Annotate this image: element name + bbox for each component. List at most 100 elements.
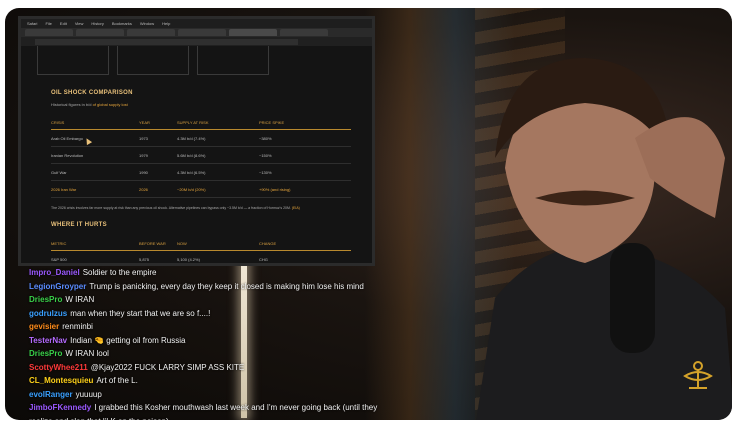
chat-text: W IRAN [65,295,95,304]
stat-card [117,46,189,75]
menu-item[interactable]: Edit [60,21,67,26]
column-header: CHANGE [259,236,351,251]
chat-text: I grabbed this Kosher mouthwash last wee… [94,403,378,412]
menu-item[interactable]: Bookmarks [112,21,132,26]
chat-text: Trump is panicking, every day they keep … [89,281,364,291]
menu-item[interactable]: View [75,21,84,26]
table-cell: ~150% [259,146,351,164]
oil-shock-table: CRISIS YEAR SUPPLY AT RISK PRICE SPIKE A… [51,115,351,198]
table-cell: ~20M b/d (20%) [177,180,259,198]
chat-message: DriesPro W IRAN lool [29,347,369,361]
chat-message: evolRanger yuuuup [29,388,369,402]
macos-menu-bar: Safari File Edit View History Bookmarks … [21,19,372,28]
subtitle-highlight[interactable]: of global supply lost [93,102,128,107]
chat-text: Indian 🤏 getting oil from Russia [70,335,186,345]
menu-item[interactable]: File [45,21,51,26]
menu-item[interactable]: Safari [27,21,37,26]
table-cell: 1973 [139,129,177,147]
chat-text: man when they start that we are so f....… [70,308,211,318]
table-cell: S&P 500 [51,250,139,263]
chat-username[interactable]: Impro_Daniel [29,268,80,277]
subtitle-text: Historical figures in b/d [51,102,92,107]
table-cell: 1990 [139,163,177,181]
chat-text: Art of the L. [96,376,138,385]
chat-message: gevisier renminbi [29,320,369,334]
url-field[interactable] [35,38,298,45]
menu-item[interactable]: Window [140,21,154,26]
chat-text: yuuuup [75,389,102,399]
browser-tab[interactable] [25,29,73,36]
chat-message: LegionGroyper Trump is panicking, every d… [29,280,369,294]
table-cell: 5,875 [139,250,177,263]
chat-message: Impro_Daniel Soldier to the empire [29,266,369,280]
channel-logo-icon [683,361,713,389]
table-cell: CHG [259,250,351,263]
chat-username[interactable]: DriesPro [29,349,62,358]
table-row: Gulf War 1990 4.3M b/d (6.5%) ~130% [51,163,351,181]
menu-item[interactable]: History [91,21,103,26]
footnote-text: The 2026 crisis involves far more supply… [51,206,291,210]
table-cell: 5,100 (4.2%) [177,250,259,263]
chat-text: W IRAN lool [65,349,109,358]
chat-message: godrulzus man when they start that we are… [29,307,369,321]
chat-text: realize and slap that lil K on the poiso… [29,417,169,421]
table-cell: ~380% [259,129,351,147]
section-title: WHERE IT HURTS [51,222,107,228]
chat-message: TesterNav Indian 🤏 getting oil from Russi… [29,334,369,348]
chat-username[interactable]: evolRanger [29,390,73,399]
browser-tab-active[interactable] [229,29,277,36]
chat-username[interactable]: TesterNav [29,336,67,345]
article-content: OIL SHOCK COMPARISON Historical figures … [21,46,372,263]
column-header: METRIC [51,236,139,251]
chat-message: ScottyWhee211 @Kjay2022 FUCK LARRY SIMP A… [29,361,369,375]
chat-username[interactable]: gevisier [29,322,59,331]
stat-cards [21,46,372,78]
chat-username[interactable]: godrulzus [29,309,67,318]
column-header: NOW [177,236,259,251]
browser-tab[interactable] [280,29,328,36]
chat-message: CL_Montesquieu Art of the L. [29,374,369,388]
section-title: OIL SHOCK COMPARISON [51,90,133,96]
table-row: S&P 500 5,875 5,100 (4.2%) CHG [51,250,351,263]
table-cell: Iranian Revolution [51,146,139,164]
browser-tab[interactable] [178,29,226,36]
chat-username[interactable]: ScottyWhee211 [29,363,88,372]
chat-username[interactable]: JimboFKennedy [29,403,91,412]
table-row: Arab Oil Embargo 1973 4.3M b/d (7.4%) ~3… [51,129,351,147]
chat-username[interactable]: LegionGroyper [29,282,86,291]
chat-message: realize and slap that lil K on the poiso… [29,415,369,421]
table-cell: 4.3M b/d (6.5%) [177,163,259,181]
table-cell: 2026 Iran War [51,180,139,198]
menu-item[interactable]: Help [162,21,170,26]
tab-bar [21,28,372,37]
chat-message: JimboFKennedy I grabbed this Kosher mouth… [29,401,377,415]
table-footnote: The 2026 crisis involves far more supply… [51,206,351,210]
stat-card [197,46,269,75]
chat-text: Soldier to the empire [82,268,157,277]
section-subtitle: Historical figures in b/d of global supp… [51,102,372,107]
table-cell: 5.6M b/d (8.6%) [177,146,259,164]
column-header: BEFORE WAR [139,236,177,251]
column-header: PRICE SPIKE [259,115,351,130]
table-cell: +90% (and rising) [259,180,351,198]
table-cell: 4.3M b/d (7.4%) [177,129,259,147]
table-cell: ~130% [259,163,351,181]
table-cell: 1979 [139,146,177,164]
address-bar[interactable] [21,37,372,46]
browser-window: Safari File Edit View History Bookmarks … [18,16,375,266]
column-header: SUPPLY AT RISK [177,115,259,130]
table-cell: Gulf War [51,163,139,181]
footnote-source-link[interactable]: (EIA) [292,206,300,210]
chat-text: @Kjay2022 FUCK LARRY SIMP ASS KITE [90,362,245,372]
browser-tab[interactable] [76,29,124,36]
column-header: YEAR [139,115,177,130]
table-row: Iranian Revolution 1979 5.6M b/d (8.6%) … [51,146,351,164]
chat-username[interactable]: CL_Montesquieu [29,376,93,385]
browser-tab[interactable] [127,29,175,36]
table-row-highlight: 2026 Iran War 2026 ~20M b/d (20%) +90% (… [51,180,351,198]
table-cell: Arab Oil Embargo [51,129,139,147]
table-header-row: CRISIS YEAR SUPPLY AT RISK PRICE SPIKE [51,115,351,130]
chat-username[interactable]: DriesPro [29,295,62,304]
impact-table: METRIC BEFORE WAR NOW CHANGE S&P 500 5,8… [51,236,351,263]
chat-message: DriesPro W IRAN [29,293,369,307]
